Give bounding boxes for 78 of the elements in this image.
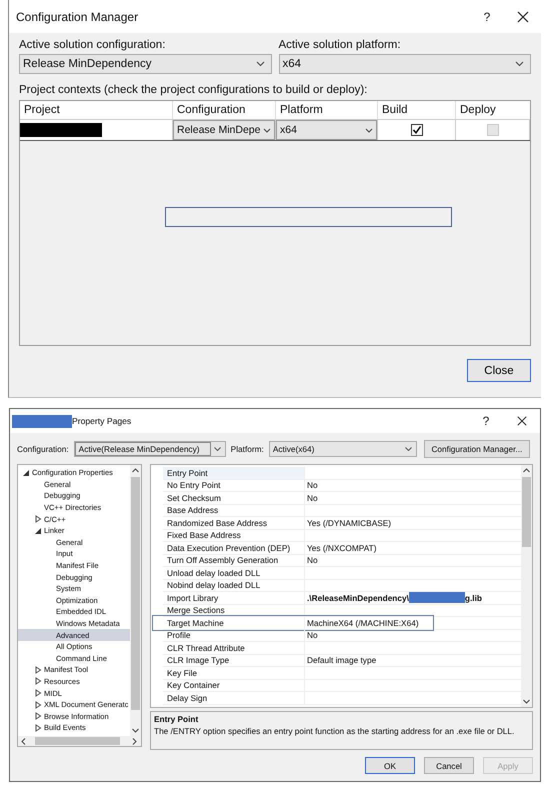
property-value[interactable]: Yes (/NXCOMPAT)	[305, 542, 521, 554]
platform-dropdown[interactable]: x64	[278, 54, 531, 74]
platform-dropdown[interactable]: x64	[276, 120, 377, 140]
window-title: Property Pages	[72, 416, 132, 426]
section-label: Project contexts (check the project configurations to build or deploy):	[19, 84, 368, 96]
property-value[interactable]: No	[305, 630, 521, 642]
close-icon	[517, 416, 527, 426]
property-name[interactable]: Nobind delay loaded DLL	[163, 580, 305, 592]
configuration-dropdown[interactable]: Release MinDependency	[19, 54, 272, 74]
property-value[interactable]: No	[305, 554, 521, 567]
property-name[interactable]: Unload delay loaded DLL	[163, 567, 305, 580]
field-label: Active solution platform:	[278, 39, 402, 51]
window-title: Configuration Manager	[16, 10, 138, 24]
property-value[interactable]: No	[305, 480, 521, 492]
configuration-manager-button[interactable]: Configuration Manager...	[424, 440, 530, 458]
build-checkbox[interactable]	[410, 124, 422, 136]
column-header: Build	[378, 101, 456, 119]
property-value[interactable]: Yes (/DYNAMICBASE)	[305, 517, 521, 530]
property-name[interactable]: Key Container	[163, 680, 305, 692]
close-button[interactable]: Close	[467, 359, 531, 382]
scrollbar-thumb[interactable]	[522, 477, 531, 547]
property-name[interactable]: Merge Sections	[163, 604, 305, 617]
scrollbar[interactable]	[130, 465, 141, 736]
description-text: The /ENTRY option specifies an entry point function as the starting address for an .exe file or DLL.	[154, 726, 516, 736]
property-name[interactable]: No Entry Point	[163, 480, 305, 492]
property-name[interactable]: Target Machine	[163, 617, 305, 630]
column-header: Configuration	[173, 101, 276, 119]
property-name[interactable]: CLR Thread Attribute	[163, 642, 305, 654]
property-name[interactable]: Import Library	[163, 592, 305, 604]
close-icon	[517, 10, 529, 22]
scroll-up-icon[interactable]	[132, 468, 139, 473]
scroll-down-icon[interactable]	[523, 699, 530, 704]
property-name[interactable]: Key File	[163, 667, 305, 680]
property-name[interactable]: Randomized Base Address	[163, 517, 305, 530]
property-value[interactable]: MachineX64 (/MACHINE:X64)	[305, 617, 521, 630]
property-name[interactable]: Fixed Base Address	[163, 530, 305, 542]
scroll-down-icon[interactable]	[132, 728, 139, 733]
scrollbar[interactable]	[18, 736, 141, 746]
field-label: Configuration:	[17, 444, 69, 454]
chevron-down-icon	[214, 446, 222, 450]
collapsed-triangle-icon[interactable]	[34, 515, 42, 524]
property-name[interactable]: Turn Off Assembly Generation	[163, 554, 305, 567]
dialog-button[interactable]: OK	[365, 757, 415, 774]
property-value[interactable]: .\ReleaseMinDependency\ g.lib	[305, 592, 521, 604]
property-value[interactable]: Default image type	[305, 654, 521, 667]
property-name[interactable]: Profile	[163, 630, 305, 642]
scroll-left-icon[interactable]	[21, 738, 26, 744]
description-title: Entry Point	[154, 714, 200, 724]
column-header: Deploy	[459, 103, 497, 118]
help-button[interactable]: ?	[469, 4, 505, 28]
expanded-triangle-icon[interactable]	[22, 468, 30, 477]
scrollbar-thumb[interactable]	[131, 477, 140, 710]
chevron-down-icon	[405, 446, 412, 450]
scroll-up-icon[interactable]	[523, 468, 530, 473]
help-button[interactable]: ?	[468, 409, 504, 433]
configuration-dropdown[interactable]: Release MinDepe	[173, 120, 275, 140]
column-header: Platform	[276, 101, 378, 119]
property-name[interactable]: Delay Sign	[163, 692, 305, 704]
chevron-down-icon	[515, 61, 524, 67]
field-label: Active solution configuration:	[19, 39, 166, 51]
property-value[interactable]: No	[305, 492, 521, 504]
column-header: Project	[20, 101, 173, 119]
scroll-right-icon[interactable]	[132, 738, 137, 744]
chevron-down-icon	[263, 128, 271, 132]
expanded-triangle-icon[interactable]	[34, 526, 42, 535]
scrollbar[interactable]	[521, 465, 532, 707]
chevron-down-icon	[365, 128, 373, 132]
property-name[interactable]: Set Checksum	[163, 492, 305, 504]
dialog-button[interactable]: Cancel	[424, 757, 474, 774]
scrollbar-thumb[interactable]	[35, 737, 120, 745]
field-label: Platform:	[230, 444, 264, 454]
chevron-down-icon	[256, 61, 264, 67]
property-name[interactable]: Data Execution Prevention (DEP)	[163, 542, 305, 554]
property-name[interactable]: CLR Image Type	[163, 654, 305, 667]
platform-dropdown[interactable]: Active(x64)	[268, 440, 417, 456]
property-name[interactable]: Entry Point	[163, 467, 305, 480]
configuration-dropdown[interactable]: Active(Release MinDependency)	[74, 440, 226, 456]
property-name[interactable]: Base Address	[163, 504, 305, 517]
